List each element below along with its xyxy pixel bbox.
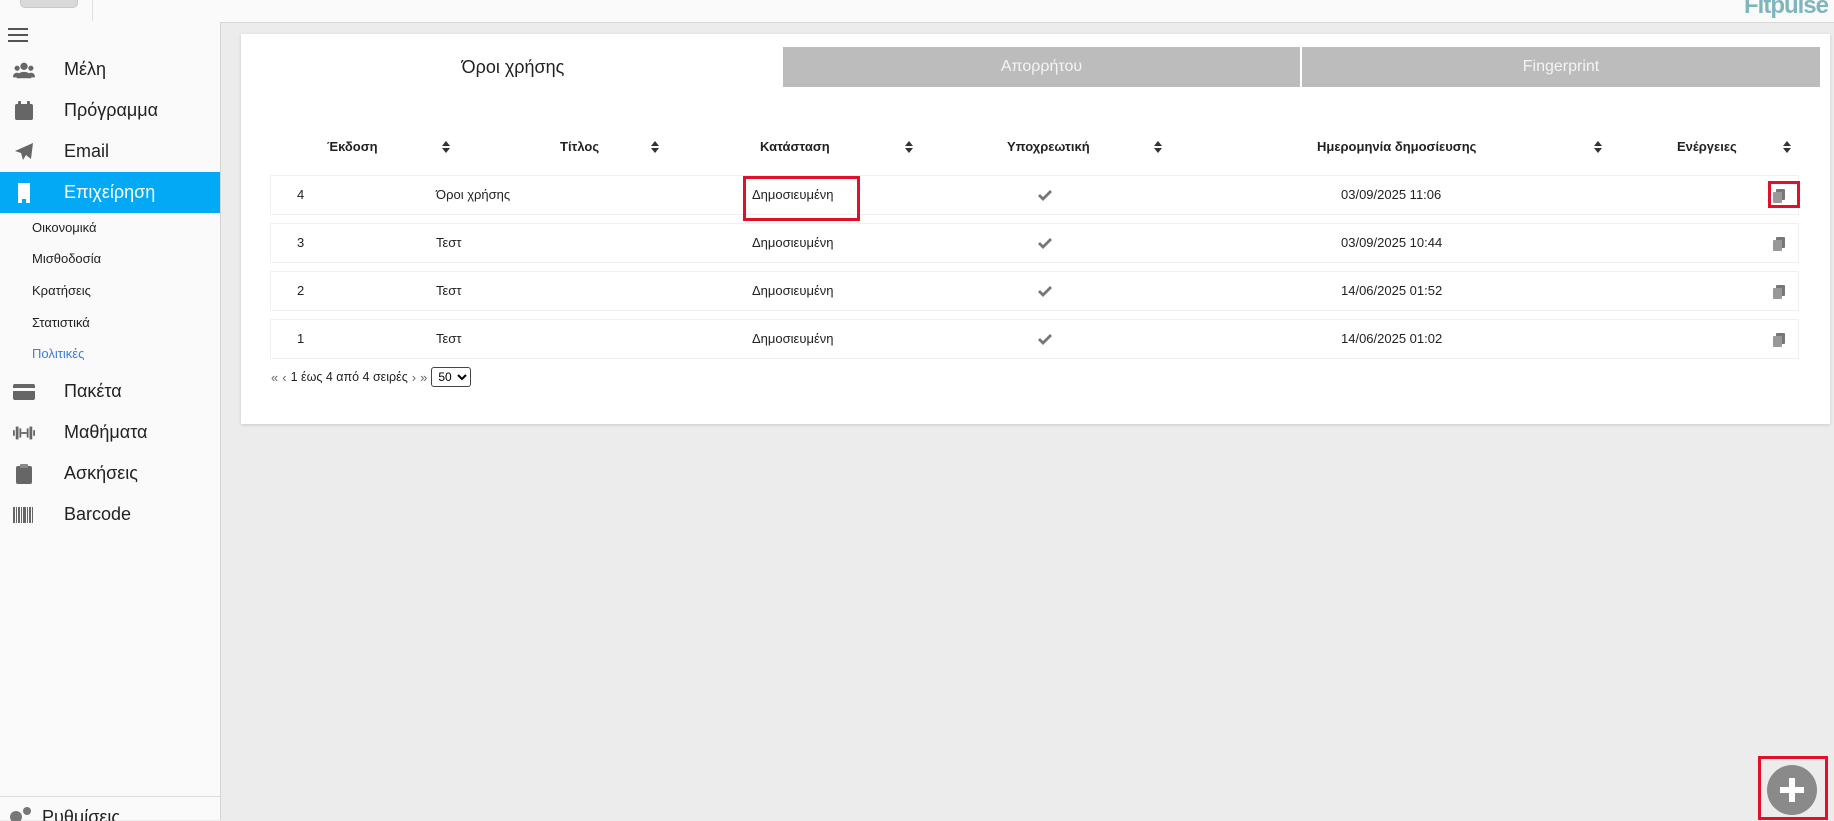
sidebar-item-label: Ασκήσεις — [64, 463, 138, 483]
cell-version: 4 — [297, 187, 305, 202]
cell-title: Όροι χρήσης — [436, 187, 511, 202]
pagination-summary: 1 έως 4 από 4 σειρές — [290, 370, 408, 384]
sidebar-subitem-bookings[interactable]: Κρατήσεις — [32, 281, 91, 301]
sidebar-item-label: Πακέτα — [64, 381, 122, 401]
cell-status: Δημοσιευμένη — [752, 283, 834, 298]
sidebar-item-label: Ρυθμίσεις — [42, 807, 121, 821]
copy-icon[interactable] — [1773, 320, 1785, 358]
logo-pill[interactable] — [20, 0, 78, 8]
sidebar-subitem-payroll[interactable]: Μισθοδοσία — [32, 249, 101, 269]
sidebar-item-label: Barcode — [64, 504, 132, 524]
calendar-icon — [0, 100, 64, 121]
sidebar-item-business[interactable]: Επιχείρηση — [0, 172, 220, 213]
sort-icon[interactable] — [1154, 141, 1162, 153]
sidebar-item-packages[interactable]: Πακέτα — [0, 371, 220, 412]
logo-area — [0, 0, 93, 21]
sidebar-item-members[interactable]: Μέλη — [0, 49, 220, 90]
clipboard-icon — [0, 463, 64, 484]
sidebar-subitem-policies[interactable]: Πολιτικές — [32, 344, 84, 364]
cell-title: Τεστ — [436, 283, 462, 298]
sidebar-item-exercises[interactable]: Ασκήσεις — [0, 453, 220, 494]
cell-publish-date: 14/06/2025 01:02 — [1341, 331, 1443, 346]
dumbbell-icon — [0, 423, 64, 443]
check-icon — [1038, 272, 1052, 310]
column-header-title[interactable]: Τίτλος — [560, 132, 599, 162]
brand-logo: Fitpulse — [1744, 0, 1829, 19]
column-header-actions[interactable]: Ενέργειες — [1677, 132, 1737, 162]
cell-status: Δημοσιευμένη — [752, 331, 834, 346]
hamburger-menu-icon[interactable] — [8, 28, 28, 44]
sidebar-item-settings[interactable]: Ρυθμίσεις — [0, 796, 220, 821]
column-header-publish-date[interactable]: Ημερομηνία δημοσίευσης — [1317, 132, 1476, 162]
table-header: Έκδοση Τίτλος Κατάσταση Υποχρεωτική Ημερ… — [271, 132, 1798, 162]
sidebar-subitem-statistics[interactable]: Στατιστικά — [32, 313, 90, 333]
cell-title: Τεστ — [436, 331, 462, 346]
cell-version: 2 — [297, 283, 305, 298]
sidebar-item-label: Πρόγραμμα — [64, 100, 159, 120]
table-row[interactable]: 1 Τεστ Δημοσιευμένη 14/06/2025 01:02 — [271, 320, 1798, 358]
table-row[interactable]: 4 Όροι χρήσης Δημοσιευμένη 03/09/2025 11… — [271, 176, 1798, 214]
check-icon — [1038, 224, 1052, 262]
sidebar: Μέλη Πρόγραμμα Email Επιχείρηση Οικονομι… — [0, 22, 221, 821]
users-icon — [0, 60, 64, 80]
cell-title: Τεστ — [436, 235, 462, 250]
copy-icon[interactable] — [1773, 224, 1785, 262]
sidebar-item-label: Μέλη — [64, 59, 107, 79]
tab-terms[interactable]: Όροι χρήσης — [253, 47, 773, 87]
check-icon — [1038, 320, 1052, 358]
first-page-button[interactable]: « — [271, 370, 278, 385]
copy-icon[interactable] — [1773, 272, 1785, 310]
gears-icon — [8, 805, 34, 821]
cell-status: Δημοσιευμένη — [752, 235, 834, 250]
cell-publish-date: 14/06/2025 01:52 — [1341, 283, 1443, 298]
barcode-icon — [0, 505, 64, 525]
highlight-status — [743, 176, 860, 221]
table-row[interactable]: 3 Τεστ Δημοσιευμένη 03/09/2025 10:44 — [271, 224, 1798, 262]
sidebar-item-label: Μαθήματα — [64, 422, 148, 442]
column-header-status[interactable]: Κατάσταση — [760, 132, 830, 162]
credit-card-icon — [0, 382, 64, 402]
sort-icon[interactable] — [905, 141, 913, 153]
cell-publish-date: 03/09/2025 10:44 — [1341, 235, 1443, 250]
sidebar-item-label: Επιχείρηση — [64, 182, 156, 202]
sidebar-item-email[interactable]: Email — [0, 131, 220, 172]
cell-publish-date: 03/09/2025 11:06 — [1341, 187, 1442, 202]
sidebar-item-classes[interactable]: Μαθήματα — [0, 412, 220, 453]
sort-icon[interactable] — [1594, 141, 1602, 153]
highlight-copy — [1768, 181, 1800, 208]
last-page-button[interactable]: » — [420, 370, 427, 385]
building-icon — [0, 182, 64, 203]
sort-icon[interactable] — [651, 141, 659, 153]
sidebar-item-label: Email — [64, 141, 110, 161]
top-bar: Fitpulse — [0, 0, 1834, 23]
sidebar-item-schedule[interactable]: Πρόγραμμα — [0, 90, 220, 131]
page-size-select[interactable]: 50 — [431, 367, 472, 387]
table-row[interactable]: 2 Τεστ Δημοσιευμένη 14/06/2025 01:52 — [271, 272, 1798, 310]
sidebar-item-barcode[interactable]: Barcode — [0, 494, 220, 535]
next-page-button[interactable]: › — [412, 370, 416, 385]
sort-icon[interactable] — [1783, 141, 1791, 153]
sort-icon[interactable] — [442, 141, 450, 153]
column-header-version[interactable]: Έκδοση — [327, 132, 378, 162]
tab-privacy[interactable]: Απορρήτου — [783, 47, 1300, 87]
column-header-mandatory[interactable]: Υποχρεωτική — [1007, 132, 1090, 162]
policies-card: Όροι χρήσης Απορρήτου Fingerprint Έκδοση… — [241, 34, 1830, 424]
highlight-add — [1758, 756, 1828, 820]
check-icon — [1038, 176, 1052, 214]
cell-version: 3 — [297, 235, 305, 250]
pagination: « ‹ 1 έως 4 από 4 σειρές › » 50 — [271, 367, 472, 387]
prev-page-button[interactable]: ‹ — [282, 370, 286, 385]
cell-version: 1 — [297, 331, 305, 346]
sidebar-subitem-finance[interactable]: Οικονομικά — [32, 218, 97, 238]
tab-fingerprint[interactable]: Fingerprint — [1302, 47, 1820, 87]
paper-plane-icon — [0, 142, 64, 162]
